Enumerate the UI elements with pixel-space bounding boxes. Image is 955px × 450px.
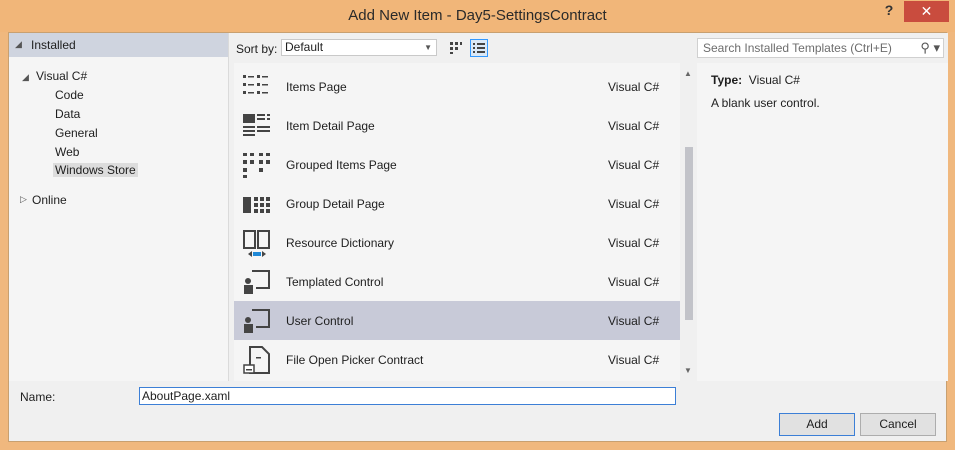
tree-node-visual-csharp[interactable]: Visual C#	[36, 69, 87, 83]
tree-node-web[interactable]: Web	[55, 145, 79, 159]
template-list: Items Page Visual C# Item Detail Page Vi…	[234, 63, 680, 381]
template-row-item-detail-page[interactable]: Item Detail Page Visual C#	[234, 106, 680, 145]
resource-dictionary-icon	[243, 230, 270, 257]
name-label: Name:	[20, 390, 56, 404]
template-language: Visual C#	[608, 353, 660, 367]
close-button[interactable]: ✕	[904, 1, 949, 22]
template-language: Visual C#	[608, 197, 660, 211]
medium-icons-view-button[interactable]	[447, 39, 465, 57]
tree-node-windows-store[interactable]: Windows Store	[53, 163, 138, 177]
template-name: User Control	[286, 314, 354, 328]
help-button[interactable]: ?	[878, 2, 900, 22]
expand-collapse-icon[interactable]: ◢	[15, 39, 22, 50]
items-page-icon	[243, 75, 268, 94]
list-view-button[interactable]	[470, 39, 488, 57]
tree-node-data[interactable]: Data	[55, 107, 80, 121]
add-button[interactable]: Add	[779, 413, 855, 436]
search-icon[interactable]: ⚲ ▾	[920, 39, 940, 57]
item-detail-page-icon	[243, 114, 270, 136]
sort-dropdown[interactable]: Default ▼	[281, 39, 437, 56]
dialog-body: ◢ Installed ◢ Visual C# Code Data Genera…	[8, 32, 948, 442]
dialog-window: Add New Item - Day5-SettingsContract ? ✕…	[0, 0, 955, 450]
tree-node-online[interactable]: Online	[32, 193, 67, 207]
name-input[interactable]	[139, 387, 676, 405]
template-list-scrollbar[interactable]: ▲ ▼	[682, 63, 696, 381]
window-title: Add New Item - Day5-SettingsContract	[348, 7, 607, 24]
type-value: Visual C#	[748, 73, 800, 87]
template-detail-pane: Type: Visual C# A blank user control.	[697, 63, 948, 381]
template-language: Visual C#	[608, 275, 660, 289]
template-name: Item Detail Page	[286, 119, 375, 133]
grid-view-icon	[450, 42, 462, 54]
tree-label-installed: Installed	[31, 38, 76, 52]
cancel-button[interactable]: Cancel	[860, 413, 936, 436]
search-placeholder: Search Installed Templates (Ctrl+E)	[703, 41, 892, 55]
template-language: Visual C#	[608, 119, 660, 133]
expand-icon[interactable]: ▷	[20, 194, 27, 205]
tree-node-code[interactable]: Code	[55, 88, 84, 102]
template-language: Visual C#	[608, 80, 660, 94]
group-detail-page-icon	[243, 197, 270, 213]
title-bar: Add New Item - Day5-SettingsContract ? ✕	[0, 0, 955, 32]
template-language: Visual C#	[608, 158, 660, 172]
user-control-icon	[244, 309, 270, 333]
template-row-items-page[interactable]: Items Page Visual C#	[234, 67, 680, 106]
template-row-resource-dictionary[interactable]: Resource Dictionary Visual C#	[234, 223, 680, 262]
list-view-icon	[473, 43, 485, 53]
templated-control-icon	[244, 270, 270, 294]
template-name: Grouped Items Page	[286, 158, 397, 172]
template-row-file-open-picker-contract[interactable]: File Open Picker Contract Visual C#	[234, 340, 680, 379]
template-row-grouped-items-page[interactable]: Grouped Items Page Visual C#	[234, 145, 680, 184]
dropdown-arrow-icon: ▼	[424, 43, 432, 52]
template-row-templated-control[interactable]: Templated Control Visual C#	[234, 262, 680, 301]
template-name: Items Page	[286, 80, 347, 94]
tree-node-installed[interactable]: ◢ Installed	[9, 33, 228, 57]
scroll-up-arrow-icon[interactable]: ▲	[684, 69, 692, 78]
template-language: Visual C#	[608, 236, 660, 250]
template-row-group-detail-page[interactable]: Group Detail Page Visual C#	[234, 184, 680, 223]
template-name: Group Detail Page	[286, 197, 385, 211]
sort-toolbar: Sort by: Default ▼ Search Installed Temp…	[229, 33, 948, 63]
template-type: Type: Visual C#	[711, 73, 800, 87]
template-description: A blank user control.	[711, 96, 820, 110]
sort-label: Sort by:	[236, 42, 278, 56]
tree-node-general[interactable]: General	[55, 126, 98, 140]
grouped-items-page-icon	[243, 153, 270, 178]
scroll-down-arrow-icon[interactable]: ▼	[684, 366, 692, 375]
template-language: Visual C#	[608, 314, 660, 328]
type-label: Type:	[711, 73, 743, 87]
template-name: File Open Picker Contract	[286, 353, 424, 367]
file-open-picker-icon	[243, 346, 270, 374]
template-name: Templated Control	[286, 275, 384, 289]
expand-collapse-icon[interactable]: ◢	[22, 72, 29, 83]
template-row-user-control[interactable]: User Control Visual C#	[234, 301, 680, 340]
template-tree: ◢ Installed ◢ Visual C# Code Data Genera…	[9, 33, 229, 381]
scrollbar-thumb[interactable]	[685, 147, 693, 320]
template-name: Resource Dictionary	[286, 236, 395, 250]
sort-value: Default	[285, 40, 324, 54]
template-search-input[interactable]: Search Installed Templates (Ctrl+E) ⚲ ▾	[697, 38, 944, 58]
